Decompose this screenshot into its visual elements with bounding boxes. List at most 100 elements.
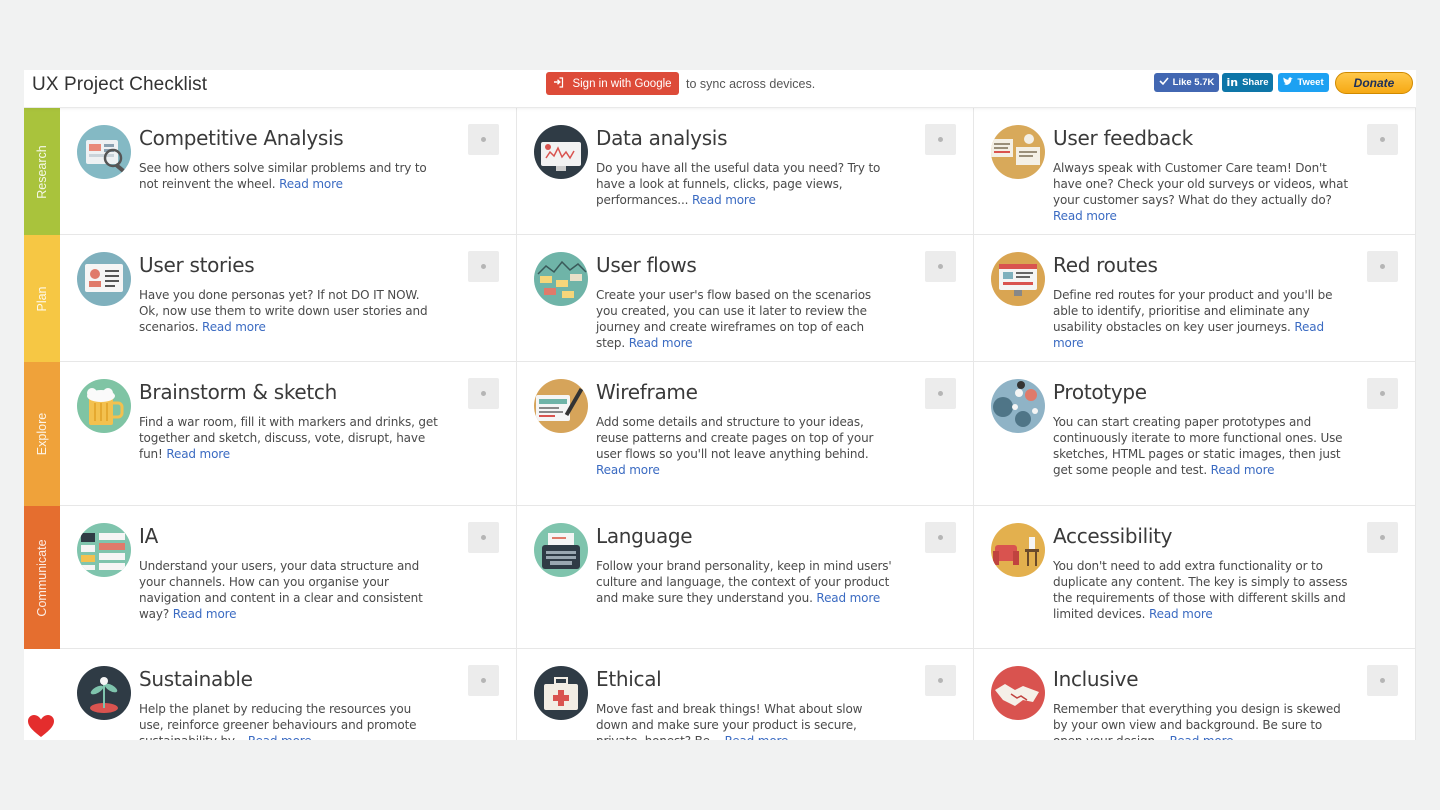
read-more-link[interactable]: Read more: [816, 591, 880, 605]
card-wireframe[interactable]: Wireframe Add some details and structure…: [517, 362, 974, 506]
card-title: User flows: [596, 253, 697, 277]
card-text: Define red routes for your product and y…: [1053, 288, 1333, 334]
thumbs-up-icon: [1159, 76, 1169, 89]
read-more-link[interactable]: Read more: [248, 734, 312, 740]
sign-in-google-button[interactable]: Sign in with Google: [546, 72, 679, 95]
card-brainstorm-sketch[interactable]: Brainstorm & sketch Find a war room, fil…: [60, 362, 517, 506]
phase-strip-plan: Plan: [24, 235, 60, 362]
card-description: Create your user's flow based on the sce…: [596, 287, 896, 351]
card-description: Remember that everything you design is s…: [1053, 701, 1353, 740]
card-description: Add some details and structure to your i…: [596, 414, 896, 478]
checkbox-button[interactable]: [925, 124, 956, 155]
competitive-analysis-icon: [77, 125, 131, 179]
checkbox-dot-icon: [938, 264, 943, 269]
checkbox-button[interactable]: [925, 378, 956, 409]
card-description: You don't need to add extra functionalit…: [1053, 558, 1353, 622]
read-more-link[interactable]: Read more: [173, 607, 237, 621]
read-more-link[interactable]: Read more: [1149, 607, 1213, 621]
app-title: UX Project Checklist: [32, 74, 208, 95]
card-title: Wireframe: [596, 380, 698, 404]
card-description: Follow your brand personality, keep in m…: [596, 558, 896, 606]
card-user-feedback[interactable]: User feedback Always speak with Customer…: [974, 108, 1416, 235]
card-competitive-analysis[interactable]: Competitive Analysis See how others solv…: [60, 108, 517, 235]
card-text: Always speak with Customer Care team! Do…: [1053, 161, 1348, 207]
twitter-bird-icon: [1283, 76, 1294, 89]
card-user-flows[interactable]: User flows Create your user's flow based…: [517, 235, 974, 362]
card-text: You can start creating paper prototypes …: [1053, 415, 1343, 477]
card-red-routes[interactable]: Red routes Define red routes for your pr…: [974, 235, 1416, 362]
checkbox-dot-icon: [481, 678, 486, 683]
read-more-link[interactable]: Read more: [202, 320, 266, 334]
checkbox-button[interactable]: [468, 251, 499, 282]
card-title: Ethical: [596, 667, 662, 691]
card-ethical[interactable]: Ethical Move fast and break things! What…: [517, 649, 974, 740]
checkbox-button[interactable]: [468, 124, 499, 155]
checkbox-dot-icon: [481, 264, 486, 269]
read-more-link[interactable]: Read more: [692, 193, 756, 207]
card-title: Language: [596, 524, 693, 548]
heart-icon: [28, 715, 54, 737]
card-description: Have you done personas yet? If not DO IT…: [139, 287, 439, 335]
checkbox-button[interactable]: [468, 378, 499, 409]
phase-label-explore: Explore: [35, 412, 49, 456]
read-more-link[interactable]: Read more: [279, 177, 343, 191]
read-more-link[interactable]: Read more: [166, 447, 230, 461]
checkbox-button[interactable]: [925, 665, 956, 696]
card-accessibility[interactable]: Accessibility You don't need to add extr…: [974, 506, 1416, 649]
wireframe-icon: [534, 379, 588, 433]
beer-mug-icon: [77, 379, 131, 433]
checkbox-button[interactable]: [1367, 522, 1398, 553]
checklist-app: UX Project Checklist Sign in with Google…: [24, 70, 1416, 740]
checkbox-button[interactable]: [925, 522, 956, 553]
card-text: Have you done personas yet? If not DO IT…: [139, 288, 428, 334]
linkedin-share-button[interactable]: in Share: [1222, 73, 1273, 92]
card-description: Find a war room, fill it with markers an…: [139, 414, 439, 462]
checkbox-button[interactable]: [1367, 251, 1398, 282]
card-language[interactable]: Language Follow your brand personality, …: [517, 506, 974, 649]
twitter-tweet-label: Tweet: [1297, 77, 1324, 88]
checkbox-dot-icon: [1380, 535, 1385, 540]
card-sustainable[interactable]: Sustainable Help the planet by reducing …: [60, 649, 517, 740]
phase-label-plan: Plan: [35, 285, 49, 312]
card-user-stories[interactable]: User stories Have you done personas yet?…: [60, 235, 517, 362]
checkbox-button[interactable]: [1367, 378, 1398, 409]
checkbox-button[interactable]: [1367, 665, 1398, 696]
card-description: Always speak with Customer Care team! Do…: [1053, 160, 1353, 224]
twitter-tweet-button[interactable]: Tweet: [1278, 73, 1329, 92]
card-title: Data analysis: [596, 126, 728, 150]
checkbox-button[interactable]: [925, 251, 956, 282]
user-flows-icon: [534, 252, 588, 306]
card-title: Sustainable: [139, 667, 253, 691]
red-routes-icon: [991, 252, 1045, 306]
facebook-like-button[interactable]: Like 5.7K: [1154, 73, 1219, 92]
user-stories-icon: [77, 252, 131, 306]
checkbox-button[interactable]: [1367, 124, 1398, 155]
card-inclusive[interactable]: Inclusive Remember that everything you d…: [974, 649, 1416, 740]
card-data-analysis[interactable]: Data analysis Do you have all the useful…: [517, 108, 974, 235]
read-more-link[interactable]: Read more: [1170, 734, 1234, 740]
checkbox-button[interactable]: [468, 665, 499, 696]
user-feedback-icon: [991, 125, 1045, 179]
card-title: User feedback: [1053, 126, 1193, 150]
card-title: Competitive Analysis: [139, 126, 344, 150]
phase-label-research: Research: [35, 144, 49, 199]
read-more-link[interactable]: Read more: [725, 734, 789, 740]
checkbox-dot-icon: [938, 535, 943, 540]
card-prototype[interactable]: Prototype You can start creating paper p…: [974, 362, 1416, 506]
phase-strip-research: Research: [24, 108, 60, 235]
accessibility-icon: [991, 523, 1045, 577]
card-description: You can start creating paper prototypes …: [1053, 414, 1353, 478]
read-more-link[interactable]: Read more: [629, 336, 693, 350]
checkbox-dot-icon: [1380, 391, 1385, 396]
donate-button[interactable]: Donate: [1335, 72, 1413, 94]
card-title: IA: [139, 524, 158, 548]
checkbox-button[interactable]: [468, 522, 499, 553]
card-description: See how others solve similar problems an…: [139, 160, 439, 192]
read-more-link[interactable]: Read more: [596, 463, 660, 477]
card-description: Understand your users, your data structu…: [139, 558, 439, 622]
top-bar: UX Project Checklist Sign in with Google…: [24, 70, 1416, 108]
checkbox-dot-icon: [938, 137, 943, 142]
card-ia[interactable]: IA Understand your users, your data stru…: [60, 506, 517, 649]
read-more-link[interactable]: Read more: [1053, 209, 1117, 223]
read-more-link[interactable]: Read more: [1211, 463, 1275, 477]
